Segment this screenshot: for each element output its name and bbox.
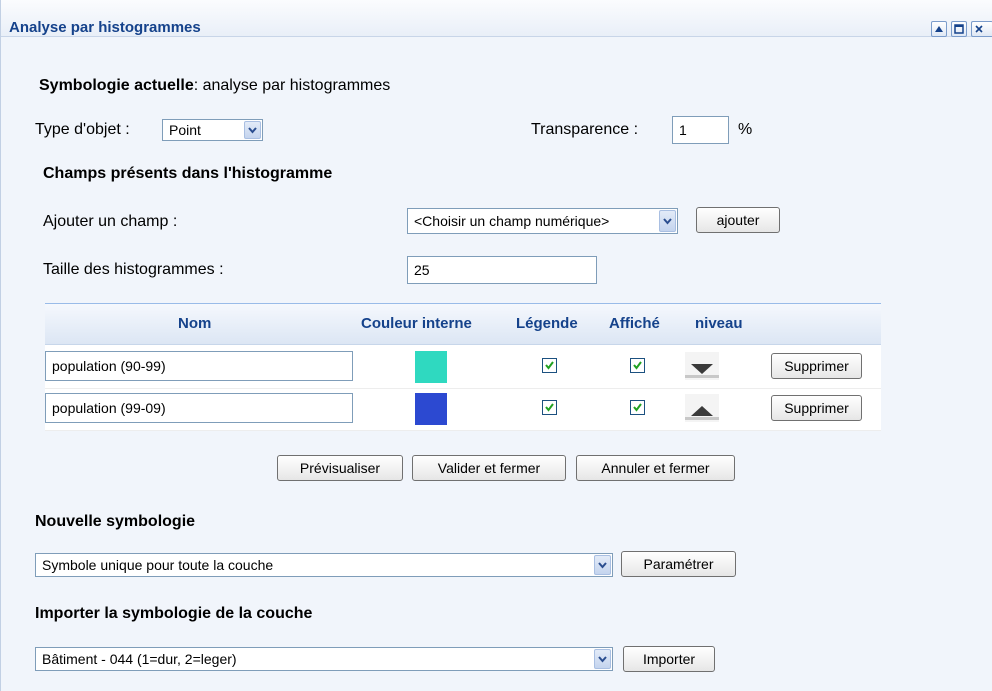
transparency-input[interactable]: 1 — [672, 116, 729, 144]
header-shown: Affiché — [609, 315, 660, 332]
grid-header: Nom Couleur interne Légende Affiché nive… — [45, 304, 881, 345]
current-symbology: Symbologie actuelle: analyse par histogr… — [39, 76, 390, 96]
table-row: population (90-99) Supprimer — [45, 346, 881, 389]
current-symbology-label: Symbologie actuelle — [39, 77, 194, 94]
import-symbology-title: Importer la symbologie de la couche — [35, 605, 313, 622]
header-color: Couleur interne — [361, 315, 472, 332]
object-type-value: Point — [169, 122, 201, 138]
import-layer-select[interactable]: Bâtiment - 044 (1=dur, 2=leger) — [35, 647, 613, 671]
fields-section-title: Champs présents dans l'histogramme — [43, 165, 333, 182]
current-symbology-value: : analyse par histogrammes — [193, 77, 391, 94]
legend-checkbox[interactable] — [542, 358, 557, 373]
object-type-label: Type d'objet : — [35, 121, 130, 138]
shown-checkbox[interactable] — [630, 400, 645, 415]
header-legend: Légende — [516, 315, 578, 332]
shown-checkbox[interactable] — [630, 358, 645, 373]
table-row: population (99-09) Supprimer — [45, 388, 881, 431]
fields-grid: Nom Couleur interne Légende Affiché nive… — [45, 303, 881, 431]
preview-button[interactable]: Prévisualiser — [277, 455, 403, 481]
close-icon[interactable] — [971, 21, 992, 37]
color-swatch[interactable] — [415, 351, 447, 383]
collapse-icon[interactable] — [931, 21, 947, 37]
object-type-select[interactable]: Point — [162, 119, 263, 141]
transparency-unit: % — [738, 121, 753, 138]
new-symbology-value: Symbole unique pour toute la couche — [42, 557, 274, 573]
up-arrow-icon[interactable] — [685, 394, 719, 422]
new-symbology-title: Nouvelle symbologie — [35, 513, 196, 530]
header-name: Nom — [178, 315, 212, 332]
delete-button[interactable]: Supprimer — [771, 395, 862, 421]
chevron-down-icon[interactable] — [594, 649, 611, 669]
add-field-value: <Choisir un champ numérique> — [414, 213, 610, 229]
window-title: Analyse par histogrammes — [9, 19, 201, 36]
transparency-label: Transparence : — [531, 121, 639, 138]
chevron-down-icon[interactable] — [244, 121, 261, 139]
validate-close-button[interactable]: Valider et fermer — [412, 455, 566, 481]
histogram-size-input[interactable]: 25 — [407, 256, 597, 284]
configure-button[interactable]: Paramétrer — [621, 551, 736, 577]
add-field-button[interactable]: ajouter — [696, 207, 780, 233]
delete-button[interactable]: Supprimer — [771, 353, 862, 379]
color-swatch[interactable] — [415, 393, 447, 425]
maximize-icon[interactable] — [951, 21, 967, 37]
legend-checkbox[interactable] — [542, 400, 557, 415]
histogram-size-label: Taille des histogrammes : — [43, 261, 224, 278]
down-arrow-icon[interactable] — [685, 352, 719, 380]
chevron-down-icon[interactable] — [594, 555, 611, 575]
field-name-input[interactable]: population (99-09) — [45, 393, 353, 423]
title-bar: Analyse par histogrammes — [1, 0, 992, 37]
cancel-close-button[interactable]: Annuler et fermer — [576, 455, 735, 481]
chevron-down-icon[interactable] — [659, 210, 676, 232]
panel: Analyse par histogrammes Symbologie actu… — [0, 0, 992, 691]
field-name-input[interactable]: population (90-99) — [45, 351, 353, 381]
header-level: niveau — [695, 315, 743, 332]
add-field-select[interactable]: <Choisir un champ numérique> — [407, 208, 678, 234]
add-field-label: Ajouter un champ : — [43, 213, 178, 230]
import-button[interactable]: Importer — [623, 646, 715, 672]
new-symbology-select[interactable]: Symbole unique pour toute la couche — [35, 553, 613, 577]
import-layer-value: Bâtiment - 044 (1=dur, 2=leger) — [42, 651, 237, 667]
